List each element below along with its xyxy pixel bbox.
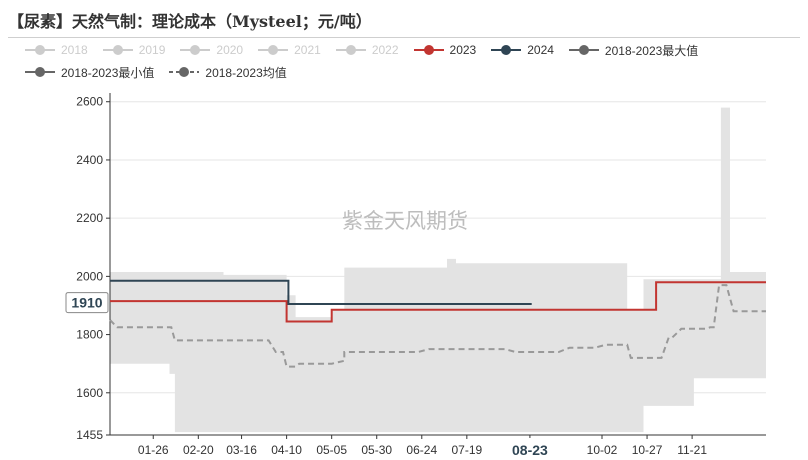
y-tick-label: 1455 bbox=[76, 428, 103, 442]
y-tick-label: 1800 bbox=[76, 328, 103, 342]
y-pointer-label: 1910 bbox=[71, 295, 102, 311]
x-tick-label: 07-19 bbox=[451, 443, 482, 457]
min-max-range-band bbox=[110, 107, 766, 433]
x-tick-label: 05-30 bbox=[361, 443, 392, 457]
x-tick-label: 10-27 bbox=[632, 443, 663, 457]
x-tick-label: 11-21 bbox=[677, 443, 707, 457]
x-tick-label: 03-16 bbox=[226, 443, 257, 457]
x-pointer-label: 08-23 bbox=[512, 442, 548, 458]
x-tick-label: 06-24 bbox=[406, 443, 437, 457]
y-tick-label: 2600 bbox=[76, 95, 103, 109]
y-tick-label: 2400 bbox=[76, 153, 103, 167]
x-tick-label: 01-26 bbox=[138, 443, 169, 457]
watermark-text: 紫金天风期货 bbox=[342, 209, 468, 233]
x-tick-label: 05-05 bbox=[316, 443, 347, 457]
y-tick-label: 2200 bbox=[76, 211, 103, 225]
x-tick-label: 02-20 bbox=[183, 443, 214, 457]
x-tick-label: 04-10 bbox=[271, 443, 302, 457]
y-tick-label: 2000 bbox=[76, 269, 103, 283]
chart-area: 紫金天风期货 1455 1600 1800 2000 2200 2400 2600 01-26 0… bbox=[65, 93, 766, 460]
x-tick-label: 10-02 bbox=[587, 443, 618, 457]
y-tick-label: 1600 bbox=[76, 386, 103, 400]
